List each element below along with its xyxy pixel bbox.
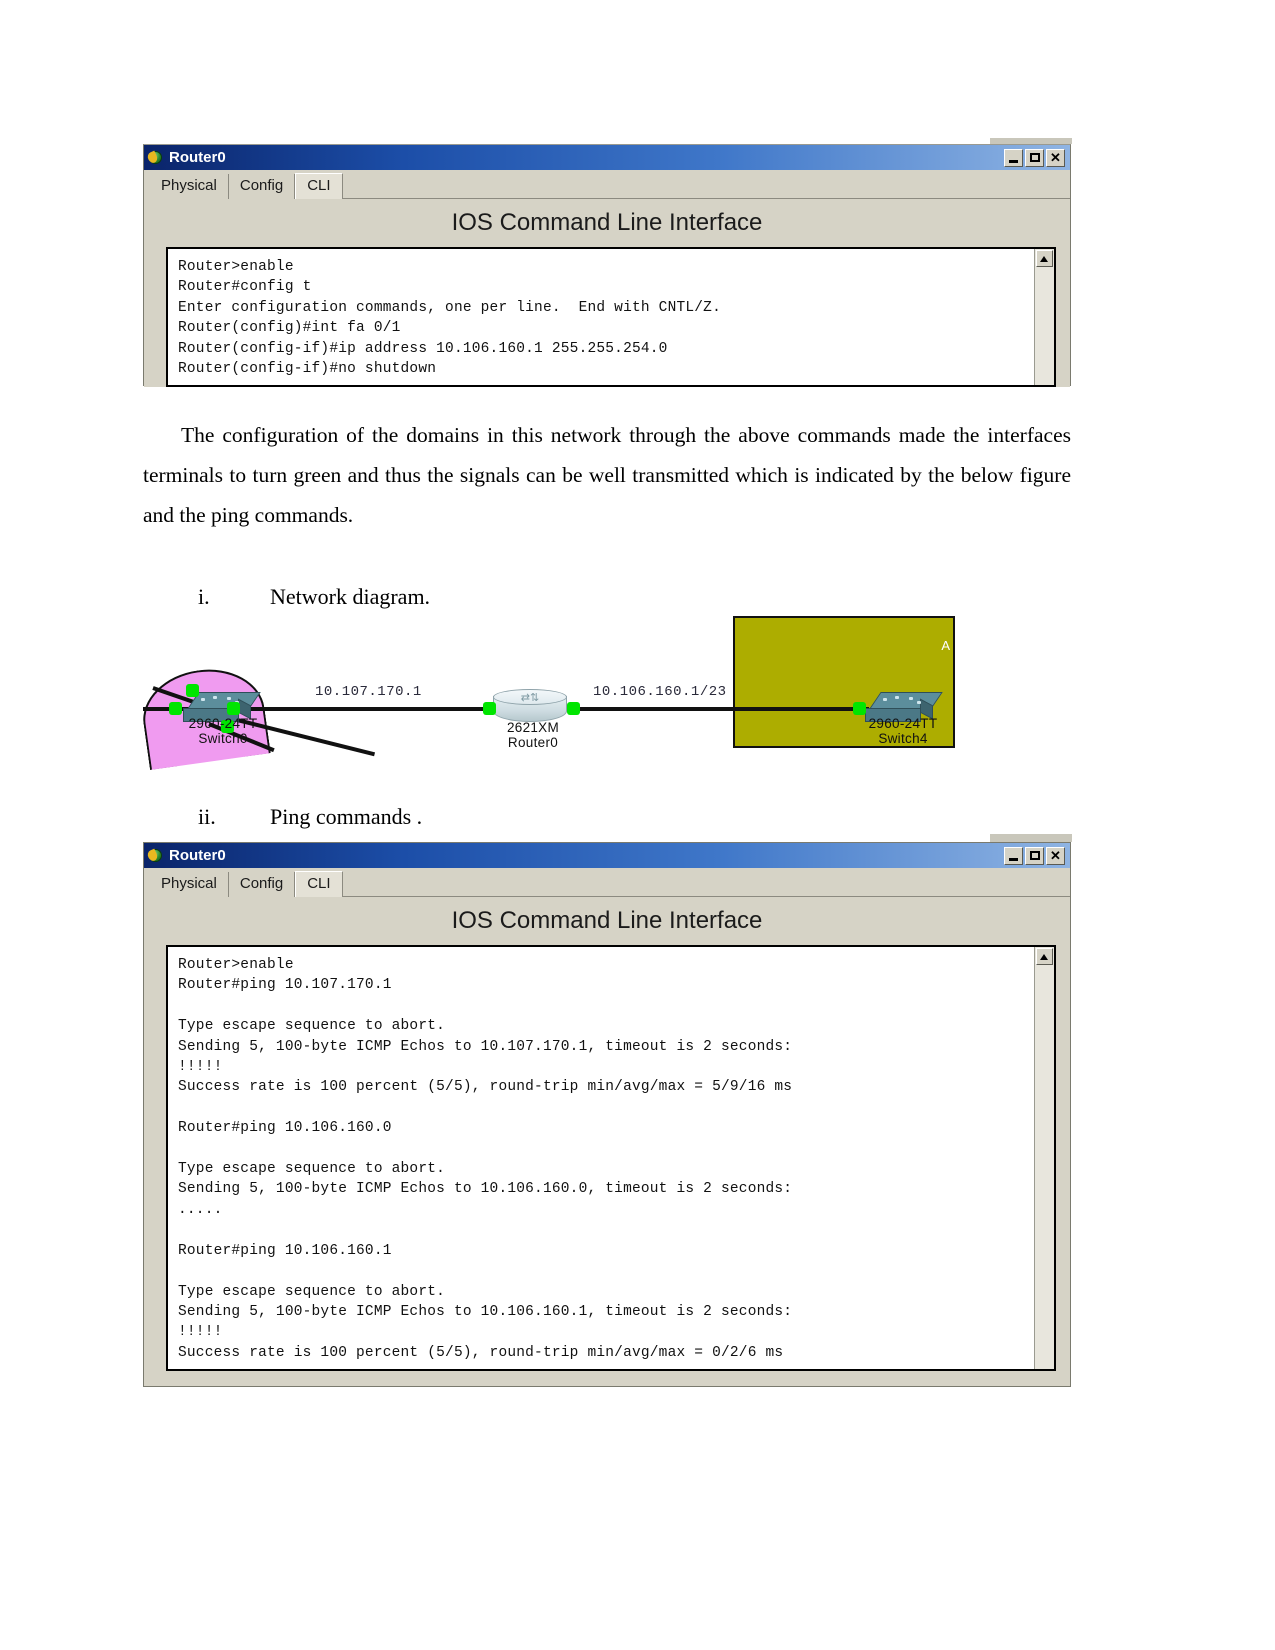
window-title: Router0	[169, 149, 226, 166]
window-controls[interactable]: ✕	[1004, 846, 1068, 865]
tab-physical[interactable]: Physical	[150, 174, 229, 199]
tab-cli[interactable]: CLI	[295, 173, 343, 200]
switch0-model: 2960-24TT	[188, 716, 258, 731]
tab-cli[interactable]: CLI	[295, 871, 343, 898]
close-icon: ✕	[1050, 149, 1061, 165]
scroll-up-arrow-icon[interactable]	[1036, 250, 1053, 267]
minimize-button[interactable]	[1004, 148, 1023, 167]
tab-bar[interactable]: Physical Config CLI	[144, 170, 1070, 200]
router0-cli-window-bottom[interactable]: Router0 ✕ Physical Config CLI IOS Comman…	[143, 842, 1071, 1387]
list-item-label: Network diagram.	[270, 584, 431, 609]
link-led-router0-left	[483, 702, 496, 715]
link-label-10-106-160-1-23: 10.106.160.1/23	[593, 684, 727, 700]
network-diagram: A 2960-24TT Switch0 10.107.170.1 ⇄⇅ 2621…	[137, 612, 1073, 771]
cli-scrollbar[interactable]	[1034, 947, 1054, 1370]
window-controls[interactable]: ✕	[1004, 148, 1068, 167]
title-bar[interactable]: Router0 ✕	[144, 843, 1070, 868]
bottom-window-outer-edge	[990, 834, 1072, 842]
packet-tracer-globe-icon	[146, 848, 164, 864]
maximize-button[interactable]	[1025, 148, 1044, 167]
link-led-switch0-port2	[169, 702, 182, 715]
body-paragraph: The configuration of the domains in this…	[143, 423, 1071, 527]
list-item-number: ii.	[198, 804, 216, 829]
cli-console-output[interactable]: Router>enable Router#config t Enter conf…	[168, 249, 1034, 386]
switch0-label: 2960-24TT Switch0	[163, 716, 283, 746]
switch0-name: Switch0	[198, 731, 248, 746]
switch4-label: 2960-24TT Switch4	[843, 716, 963, 746]
maximize-button[interactable]	[1025, 846, 1044, 865]
cli-heading: IOS Command Line Interface	[451, 907, 763, 934]
tab-config[interactable]: Config	[228, 872, 296, 897]
packet-tracer-globe-icon	[146, 150, 164, 166]
minimize-button[interactable]	[1004, 846, 1023, 865]
tab-config[interactable]: Config	[228, 174, 296, 199]
tab-bar[interactable]: Physical Config CLI	[144, 868, 1070, 898]
cli-heading: IOS Command Line Interface	[451, 209, 763, 236]
link-led-switch0-port1	[186, 684, 199, 697]
cli-scrollbar[interactable]	[1034, 249, 1054, 386]
cli-console-frame: Router>enable Router#config t Enter conf…	[166, 247, 1056, 388]
olive-zone-label: A	[941, 638, 950, 653]
switch4-name: Switch4	[878, 731, 928, 746]
router0-label: 2621XM Router0	[473, 720, 593, 750]
tab-physical[interactable]: Physical	[150, 872, 229, 897]
close-button[interactable]: ✕	[1046, 148, 1065, 167]
close-icon: ✕	[1050, 847, 1061, 863]
router0-model: 2621XM	[506, 720, 560, 735]
window-body: IOS Command Line Interface Router>enable…	[144, 199, 1070, 388]
cli-console-frame: Router>enable Router#ping 10.107.170.1 T…	[166, 945, 1056, 1372]
link-label-10-107-170-1: 10.107.170.1	[315, 684, 422, 700]
link-led-switch4-port1	[853, 702, 866, 715]
wire-router0-to-switch4	[567, 707, 869, 711]
link-led-switch0-port3	[227, 702, 240, 715]
list-item-label: Ping commands .	[270, 804, 423, 829]
switch4-model: 2960-24TT	[868, 716, 938, 731]
list-item-number: i.	[198, 584, 210, 609]
title-bar[interactable]: Router0 ✕	[144, 145, 1070, 170]
router0-cli-window-top[interactable]: Router0 ✕ Physical Config CLI IOS Comman…	[143, 144, 1071, 388]
cli-console-output[interactable]: Router>enable Router#ping 10.107.170.1 T…	[168, 947, 1034, 1370]
window-body: IOS Command Line Interface Router>enable…	[144, 897, 1070, 1372]
wire-switch0-to-router0	[239, 707, 503, 711]
router0-name: Router0	[507, 735, 559, 750]
close-button[interactable]: ✕	[1046, 846, 1065, 865]
scroll-up-arrow-icon[interactable]	[1036, 948, 1053, 965]
window-title: Router0	[169, 847, 226, 864]
document-page: Router0 ✕ Physical Config CLI IOS Comman…	[0, 0, 1275, 1650]
link-led-router0-right	[567, 702, 580, 715]
